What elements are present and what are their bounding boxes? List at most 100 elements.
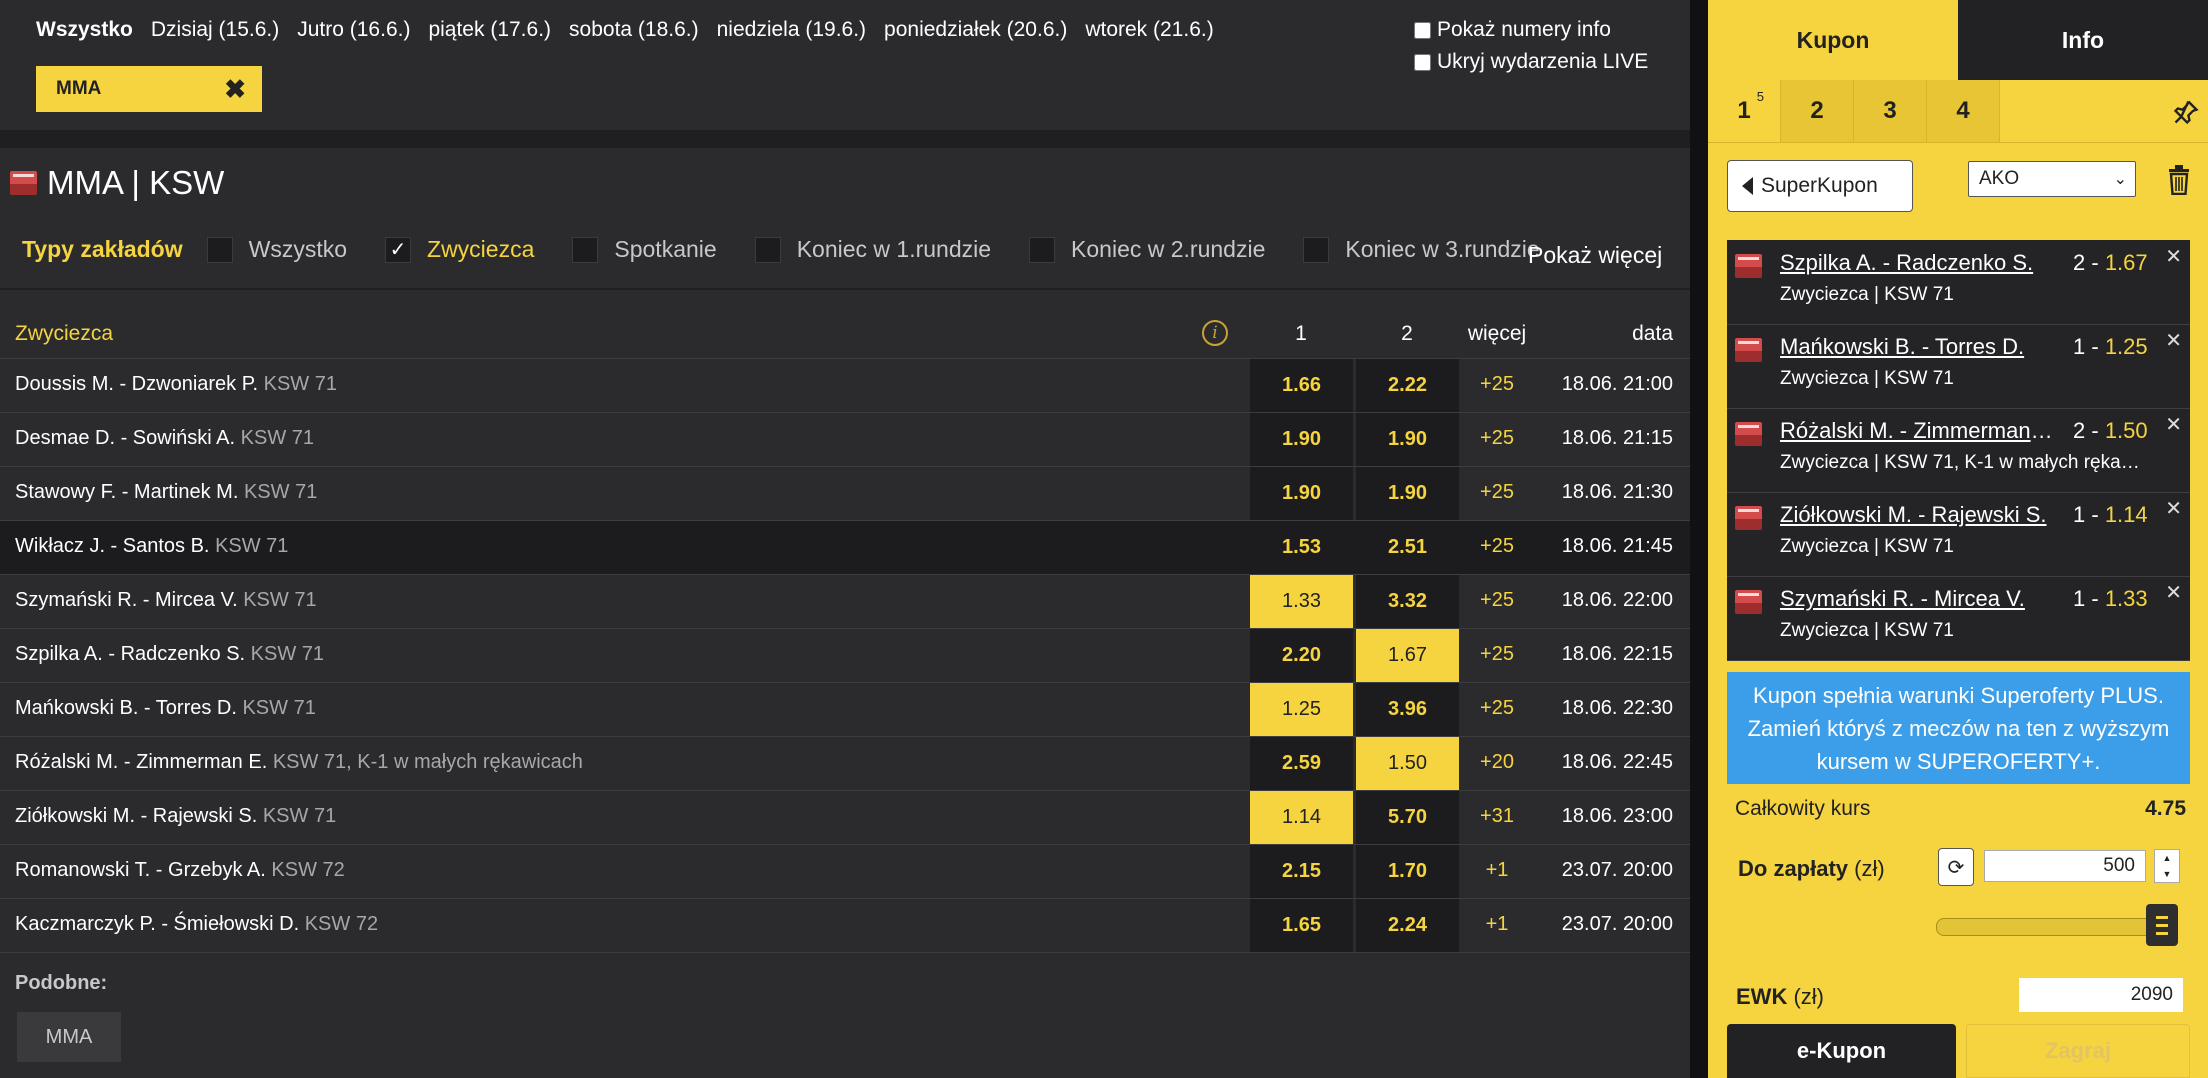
odd-1-button[interactable]: 1.65 <box>1250 899 1353 952</box>
odd-2-button[interactable]: 5.70 <box>1356 791 1459 844</box>
event-name[interactable]: Mańkowski B. - Torres D. KSW 71 <box>15 697 316 720</box>
tab-info[interactable]: Info <box>1958 0 2208 80</box>
odd-1-button[interactable]: 1.53 <box>1250 521 1353 574</box>
bet-type-round1[interactable]: Koniec w 1.rundzie <box>754 236 991 263</box>
odd-2-button[interactable]: 3.32 <box>1356 575 1459 628</box>
similar-sport-chip[interactable]: MMA <box>17 1012 121 1062</box>
checkbox-checked[interactable]: ✓ <box>385 236 412 263</box>
more-markets-link[interactable]: +31 <box>1462 805 1532 828</box>
close-icon[interactable]: ✕ <box>2165 496 2182 521</box>
odd-1-button[interactable]: 2.20 <box>1250 629 1353 682</box>
close-icon[interactable]: ✕ <box>2165 412 2182 437</box>
coupon-type-select[interactable]: AKO ⌄ <box>1968 161 2136 197</box>
stepper-down-icon[interactable]: ▼ <box>2163 869 2172 879</box>
sport-filter-chip[interactable]: MMA ✖ <box>36 66 262 112</box>
odd-1-button[interactable]: 1.33 <box>1250 575 1353 628</box>
stake-slider-track[interactable] <box>1936 918 2163 936</box>
info-icon[interactable]: i <box>1202 320 1228 346</box>
ekupon-button[interactable]: e-Kupon <box>1727 1024 1956 1078</box>
event-name[interactable]: Różalski M. - Zimmerman E. KSW 71, K-1 w… <box>15 751 583 774</box>
bet-event-link[interactable]: Ziółkowski M. - Rajewski S. <box>1780 502 2056 528</box>
show-more-button[interactable]: Pokaż więcej <box>1528 242 1662 269</box>
event-name[interactable]: Desmae D. - Sowiński A. KSW 71 <box>15 427 314 450</box>
bet-type-round3[interactable]: Koniec w 3.rundzie <box>1303 236 1540 263</box>
odd-1-button[interactable]: 2.15 <box>1250 845 1353 898</box>
day-tab-all[interactable]: Wszystko <box>36 18 133 42</box>
bet-event-link[interactable]: Szpilka A. - Radczenko S. <box>1780 250 2056 276</box>
checkbox[interactable] <box>1029 236 1056 263</box>
coupon-tab-1[interactable]: 15 <box>1708 80 1781 142</box>
event-name[interactable]: Romanowski T. - Grzebyk A. KSW 72 <box>15 859 345 882</box>
more-markets-link[interactable]: +25 <box>1462 535 1532 558</box>
bet-type-all[interactable]: Wszystko <box>206 236 347 263</box>
odd-2-button[interactable]: 2.24 <box>1356 899 1459 952</box>
superkupon-button[interactable]: SuperKupon <box>1727 160 1913 212</box>
more-markets-link[interactable]: +25 <box>1462 427 1532 450</box>
event-name[interactable]: Stawowy F. - Martinek M. KSW 71 <box>15 481 317 504</box>
more-markets-link[interactable]: +1 <box>1462 913 1532 936</box>
more-markets-link[interactable]: +25 <box>1462 373 1532 396</box>
event-name[interactable]: Ziółkowski M. - Rajewski S. KSW 71 <box>15 805 336 828</box>
show-info-numbers-checkbox[interactable] <box>1414 21 1431 39</box>
show-info-numbers-option[interactable]: Pokaż numery info <box>1414 14 1648 46</box>
more-markets-link[interactable]: +25 <box>1462 481 1532 504</box>
bet-event-link[interactable]: Mańkowski B. - Torres D. <box>1780 334 2056 360</box>
odd-2-button[interactable]: 1.90 <box>1356 467 1459 520</box>
checkbox[interactable] <box>572 236 599 263</box>
hide-live-option[interactable]: Ukryj wydarzenia LIVE <box>1414 46 1648 78</box>
coupon-tab-2[interactable]: 2 <box>1781 80 1854 142</box>
stake-slider-handle[interactable] <box>2146 904 2178 946</box>
odd-1-button[interactable]: 1.14 <box>1250 791 1353 844</box>
odd-2-button[interactable]: 1.50 <box>1356 737 1459 790</box>
day-tab-sunday[interactable]: niedziela (19.6.) <box>717 18 866 42</box>
close-icon[interactable]: ✕ <box>2165 328 2182 353</box>
odd-2-button[interactable]: 2.22 <box>1356 359 1459 412</box>
tab-coupon[interactable]: Kupon <box>1708 0 1958 80</box>
close-icon[interactable]: ✕ <box>2165 580 2182 605</box>
bet-event-link[interactable]: Różalski M. - Zimmerman E. <box>1780 418 2056 444</box>
odd-2-button[interactable]: 2.51 <box>1356 521 1459 574</box>
more-markets-link[interactable]: +20 <box>1462 751 1532 774</box>
pin-icon[interactable] <box>2172 98 2200 133</box>
stepper-up-icon[interactable]: ▲ <box>2163 853 2172 863</box>
day-tab-saturday[interactable]: sobota (18.6.) <box>569 18 699 42</box>
odd-2-button[interactable]: 1.90 <box>1356 413 1459 466</box>
more-markets-link[interactable]: +25 <box>1462 697 1532 720</box>
day-tab-today[interactable]: Dzisiaj (15.6.) <box>151 18 279 42</box>
event-name[interactable]: Wikłacz J. - Santos B. KSW 71 <box>15 535 288 558</box>
odd-1-button[interactable]: 2.59 <box>1250 737 1353 790</box>
odd-1-button[interactable]: 1.90 <box>1250 413 1353 466</box>
more-markets-link[interactable]: +25 <box>1462 589 1532 612</box>
checkbox[interactable] <box>206 236 233 263</box>
event-name[interactable]: Szpilka A. - Radczenko S. KSW 71 <box>15 643 324 666</box>
more-markets-link[interactable]: +1 <box>1462 859 1532 882</box>
odd-1-button[interactable]: 1.90 <box>1250 467 1353 520</box>
stake-input[interactable]: 500 <box>1984 850 2146 882</box>
event-name[interactable]: Szymański R. - Mircea V. KSW 71 <box>15 589 317 612</box>
day-tab-tuesday[interactable]: wtorek (21.6.) <box>1085 18 1213 42</box>
event-name[interactable]: Kaczmarczyk P. - Śmiełowski D. KSW 72 <box>15 913 378 936</box>
odd-2-button[interactable]: 1.70 <box>1356 845 1459 898</box>
event-name[interactable]: Doussis M. - Dzwoniarek P. KSW 71 <box>15 373 337 396</box>
close-icon[interactable]: ✕ <box>2165 244 2182 269</box>
odd-2-button[interactable]: 3.96 <box>1356 683 1459 736</box>
odd-2-button[interactable]: 1.67 <box>1356 629 1459 682</box>
bet-event-link[interactable]: Szymański R. - Mircea V. <box>1780 586 2056 612</box>
hide-live-checkbox[interactable] <box>1414 53 1431 71</box>
odd-1-button[interactable]: 1.66 <box>1250 359 1353 412</box>
day-tab-monday[interactable]: poniedziałek (20.6.) <box>884 18 1067 42</box>
bet-type-round2[interactable]: Koniec w 2.rundzie <box>1029 236 1265 263</box>
checkbox[interactable] <box>1303 236 1330 263</box>
checkbox[interactable] <box>754 236 781 263</box>
coupon-tab-3[interactable]: 3 <box>1854 80 1927 142</box>
day-tab-tomorrow[interactable]: Jutro (16.6.) <box>297 18 410 42</box>
refresh-icon[interactable]: ⟳ <box>1938 848 1974 886</box>
bet-type-winner[interactable]: ✓ Zwyciezca <box>385 236 534 263</box>
day-tab-friday[interactable]: piątek (17.6.) <box>428 18 551 42</box>
odd-1-button[interactable]: 1.25 <box>1250 683 1353 736</box>
trash-icon[interactable] <box>2168 165 2190 196</box>
play-button[interactable]: Zagraj <box>1966 1024 2190 1078</box>
stake-stepper[interactable]: ▲ ▼ <box>2154 849 2180 883</box>
coupon-tab-4[interactable]: 4 <box>1927 80 2000 142</box>
bet-type-match[interactable]: Spotkanie <box>572 236 717 263</box>
